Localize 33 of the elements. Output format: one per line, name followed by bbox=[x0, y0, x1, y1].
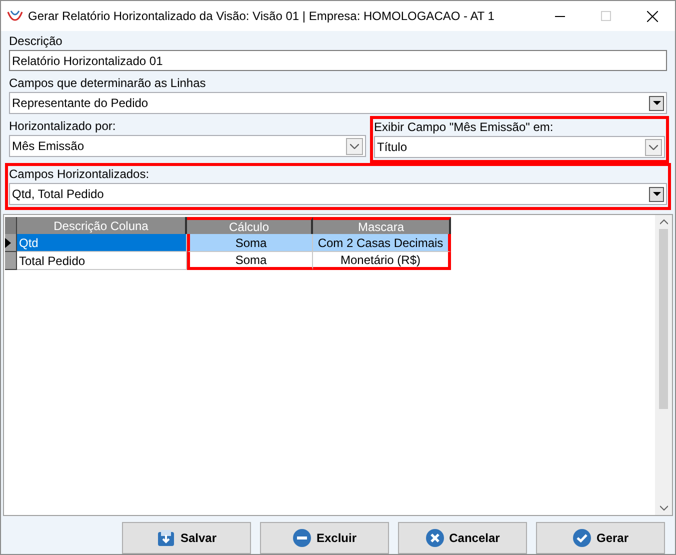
cancel-button[interactable]: Cancelar bbox=[398, 522, 527, 554]
dropdown-field[interactable]: Título bbox=[374, 136, 665, 158]
current-row-icon bbox=[5, 238, 11, 248]
table-cell: Total Pedido bbox=[17, 252, 187, 270]
close-icon bbox=[646, 10, 658, 22]
field-label: Horizontalizado por: bbox=[9, 118, 117, 135]
dropdown-field[interactable]: Mês Emissão bbox=[9, 135, 366, 157]
field-label: Descrição bbox=[9, 33, 64, 50]
table-cell: Monetário (R$) bbox=[313, 252, 451, 270]
field-label: Campos que determinarão as Linhas bbox=[9, 75, 207, 92]
floppy-arrow-icon bbox=[156, 528, 176, 548]
close-circle-icon bbox=[425, 528, 446, 548]
table-cell: Com 2 Casas Decimais bbox=[313, 234, 451, 252]
row-header bbox=[5, 217, 17, 234]
field-label: Exibir Campo "Mês Emissão" em: bbox=[374, 119, 554, 136]
dropdown-field[interactable]: Qtd, Total Pedido bbox=[9, 183, 667, 205]
table-cell: Qtd bbox=[17, 234, 187, 252]
check-circle-icon bbox=[572, 528, 592, 548]
description-field[interactable]: Relatório Horizontalizado 01 bbox=[9, 50, 667, 71]
dropdown-field[interactable]: Representante do Pedido bbox=[9, 92, 667, 114]
delete-button[interactable]: Excluir bbox=[260, 522, 389, 554]
minus-circle-icon bbox=[292, 528, 312, 548]
table-cell: Soma bbox=[187, 252, 313, 270]
field-label: Campos Horizontalizados: bbox=[9, 166, 150, 183]
app-logo-icon bbox=[7, 10, 23, 22]
save-button[interactable]: Salvar bbox=[122, 522, 251, 554]
vertical-scrollbar[interactable] bbox=[655, 215, 672, 515]
window-title: Gerar Relatório Horizontalizado da Visão: Visão 01 | Empresa: HOMOLOGACAO - AT 1 bbox=[28, 8, 494, 25]
maximize-icon bbox=[601, 11, 611, 21]
row-header[interactable] bbox=[5, 234, 17, 252]
confirm-button[interactable]: Gerar bbox=[536, 522, 665, 554]
table-cell: Soma bbox=[187, 234, 313, 252]
row-header[interactable] bbox=[5, 252, 17, 270]
